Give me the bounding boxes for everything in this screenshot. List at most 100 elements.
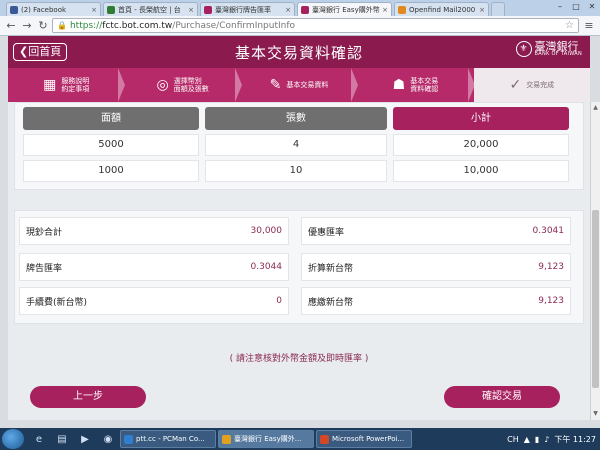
close-tab-icon[interactable]: × <box>188 6 194 14</box>
browser-tab-facebook[interactable]: (2) Facebook × <box>6 2 101 16</box>
column-header-subtotal: 小計 <box>393 107 569 130</box>
bank-logo: ⚜ 臺灣銀行 BANK OF TAIWAN <box>515 41 582 57</box>
browser-tab-easy-fx[interactable]: 臺灣銀行 Easy購外幣 × <box>297 2 392 16</box>
close-tab-icon[interactable]: × <box>91 6 97 14</box>
url-path: /Purchase/ConfirmInputInfo <box>172 20 296 31</box>
tab-label: Openfind Mail2000 <box>409 5 476 14</box>
browser-tab-exchange-rates[interactable]: 臺灣銀行牌告匯率 × <box>200 2 295 16</box>
browser-tab-evaair[interactable]: 首頁 - 長榮航空 | 台 × <box>103 2 198 16</box>
evaair-favicon-icon <box>107 5 115 14</box>
tray-arrow-icon[interactable]: ▲ <box>524 435 530 444</box>
taskbar-item-pcman[interactable]: ptt.cc - PCMan Co... <box>120 430 216 448</box>
clock[interactable]: 下午 11:27 <box>554 434 596 445</box>
network-icon[interactable]: ▮ <box>535 435 539 444</box>
check-icon: ✓ <box>509 77 522 93</box>
table-cell: 5000 <box>23 134 199 156</box>
start-button[interactable] <box>2 429 24 449</box>
address-bar: ← → ↻ 🔒 https:// fctc.bot.com.tw /Purcha… <box>0 16 600 36</box>
denomination-panel: 面額 張數 小計 5000 4 20,000 1000 10 10,000 <box>14 102 584 190</box>
close-tab-icon[interactable]: × <box>479 6 485 14</box>
column-header-denomination: 面額 <box>23 107 199 130</box>
step-complete: ✓ 交易完成 <box>473 68 591 102</box>
language-indicator[interactable]: CH <box>507 435 519 444</box>
windows-taskbar: e ▤ ▶ ◉ ptt.cc - PCMan Co... 臺灣銀行 Easy購外… <box>0 428 600 450</box>
grid-icon: ▦ <box>43 77 57 93</box>
page-header: ❮回首頁 基本交易資料確認 ⚜ 臺灣銀行 BANK OF TAIWAN <box>8 36 590 68</box>
scroll-up-icon[interactable]: ▲ <box>591 104 600 111</box>
field-value: 30,000 <box>250 226 283 236</box>
main-content: 面額 張數 小計 5000 4 20,000 1000 10 10,000 現鈔… <box>8 102 590 420</box>
step-label: 資料確認 <box>410 85 439 93</box>
field-value: 9,123 <box>538 296 564 306</box>
table-cell: 4 <box>205 134 387 156</box>
field-label: 優惠匯率 <box>308 227 345 238</box>
table-cell: 10 <box>205 160 387 182</box>
table-cell: 1000 <box>23 160 199 182</box>
media-player-icon[interactable]: ▶ <box>74 430 96 448</box>
browser-tab-strip: (2) Facebook × 首頁 - 長榮航空 | 台 × 臺灣銀行牌告匯率 … <box>0 0 600 16</box>
browser-menu-icon[interactable]: ≡ <box>582 19 596 32</box>
step-label: 基本交易 <box>410 76 439 85</box>
summary-row-cash-total: 現鈔合計 30,000 <box>19 217 289 245</box>
page-scrollbar[interactable]: ▲ ▼ <box>590 102 600 420</box>
previous-step-button[interactable]: 上一步 <box>30 386 146 408</box>
close-tab-icon[interactable]: × <box>285 6 291 14</box>
step-indicator: ▦ 服務說明 約定事項 ◎ 選擇幣別 面額及張數 ✎ 基本交易資料 ☗ 基本交易 資料… <box>8 68 591 102</box>
scrollbar-thumb[interactable] <box>592 210 599 388</box>
scroll-down-icon[interactable]: ▼ <box>591 410 600 417</box>
field-label: 應繳新台幣 <box>308 297 354 308</box>
taskbar-item-label: 臺灣銀行 Easy購外... <box>234 435 302 443</box>
back-arrow-icon[interactable]: ← <box>4 19 18 33</box>
url-host: fctc.bot.com.tw <box>102 20 173 31</box>
ie-icon[interactable]: e <box>28 430 50 448</box>
chevron-left-icon: ❮ <box>19 45 29 58</box>
edit-icon: ✎ <box>269 77 282 93</box>
lock-icon: 🔒 <box>57 21 67 30</box>
pcman-app-icon <box>124 434 133 444</box>
person-icon: ☗ <box>392 77 406 93</box>
new-tab-button[interactable] <box>491 2 505 16</box>
step-label: 面額及張數 <box>173 85 209 93</box>
url-input[interactable]: 🔒 https:// fctc.bot.com.tw /Purchase/Con… <box>52 18 579 33</box>
step-select-currency: ◎ 選擇幣別 面額及張數 <box>124 68 243 102</box>
tab-label: (2) Facebook <box>21 5 67 14</box>
folder-icon[interactable]: ▤ <box>51 430 73 448</box>
field-value: 0 <box>276 296 282 306</box>
summary-row-preferential-rate: 優惠匯率 0.3041 <box>301 217 571 245</box>
summary-panel: 現鈔合計 30,000 牌告匯率 0.3044 手續費(新台幣) 0 優惠匯率 … <box>14 210 584 324</box>
bookmark-star-icon[interactable]: ☆ <box>565 20 574 31</box>
summary-row-listed-rate: 牌告匯率 0.3044 <box>19 253 289 281</box>
close-tab-icon[interactable]: × <box>382 6 388 14</box>
close-window-icon[interactable]: ✕ <box>585 1 599 13</box>
page-title: 基本交易資料確認 <box>234 43 363 62</box>
field-label: 現鈔合計 <box>26 227 63 238</box>
summary-row-twd-equivalent: 折算新台幣 9,123 <box>301 253 571 281</box>
mail-favicon-icon <box>398 5 406 14</box>
taskbar-item-chrome[interactable]: 臺灣銀行 Easy購外... <box>218 430 314 448</box>
taskbar-item-powerpoint[interactable]: Microsoft PowerPoi... <box>316 430 412 448</box>
summary-row-handling-fee: 手續費(新台幣) 0 <box>19 287 289 315</box>
step-label: 交易完成 <box>526 80 555 89</box>
field-value: 0.3041 <box>532 226 565 236</box>
bank-name-en: BANK OF TAIWAN <box>534 51 582 57</box>
confirm-transaction-button[interactable]: 確認交易 <box>444 386 560 408</box>
reload-icon[interactable]: ↻ <box>36 19 50 33</box>
field-label: 牌告匯率 <box>26 263 63 274</box>
field-value: 0.3044 <box>250 262 283 272</box>
tab-label: 首頁 - 長榮航空 | 台 <box>118 5 181 14</box>
powerpoint-app-icon <box>320 434 329 444</box>
chrome-icon[interactable]: ◉ <box>97 430 119 448</box>
maximize-window-icon[interactable]: □ <box>569 1 583 13</box>
back-home-button[interactable]: ❮回首頁 <box>13 43 68 61</box>
volume-icon[interactable]: ♪ <box>544 435 549 444</box>
taskbar-item-label: ptt.cc - PCMan Co... <box>136 435 205 443</box>
step-service-terms: ▦ 服務說明 約定事項 <box>8 68 126 102</box>
chrome-app-icon <box>222 434 231 444</box>
bank-favicon-icon <box>301 5 309 14</box>
field-value: 9,123 <box>538 262 564 272</box>
table-cell: 20,000 <box>393 134 569 156</box>
minimize-window-icon[interactable]: – <box>553 1 567 13</box>
browser-tab-openfind-mail[interactable]: Openfind Mail2000 × <box>394 2 489 16</box>
forward-arrow-icon[interactable]: → <box>20 19 34 33</box>
tab-label: 臺灣銀行牌告匯率 <box>215 5 271 14</box>
